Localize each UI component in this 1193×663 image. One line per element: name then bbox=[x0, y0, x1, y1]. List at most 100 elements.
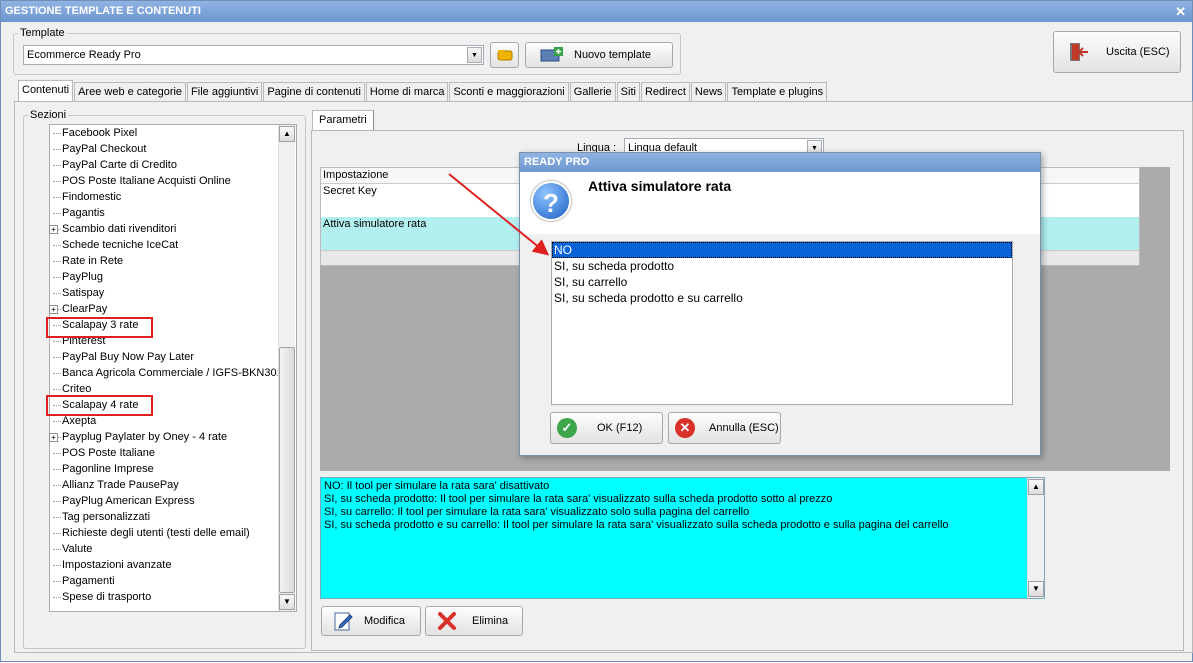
tree-item[interactable]: + Payplug Paylater by Oney - 4 rate bbox=[49, 429, 277, 445]
tree-item-label: ClearPay bbox=[62, 303, 108, 315]
expand-plus-icon[interactable]: + bbox=[49, 305, 58, 314]
list-option-carrello[interactable]: SI, su carrello bbox=[552, 274, 1012, 290]
list-option-entrambi[interactable]: SI, su scheda prodotto e su carrello bbox=[552, 290, 1012, 306]
dialog-heading: Attiva simulatore rata bbox=[588, 178, 732, 194]
tab-parametri[interactable]: Parametri bbox=[312, 110, 374, 130]
grid-row-label: Attiva simulatore rata bbox=[323, 218, 427, 230]
list-option-no[interactable]: NO bbox=[552, 242, 1012, 258]
main-window: GESTIONE TEMPLATE E CONTENUTI ✕ Template… bbox=[0, 0, 1193, 662]
tab-siti[interactable]: Siti bbox=[616, 82, 640, 101]
tab-gallerie[interactable]: Gallerie bbox=[569, 82, 616, 101]
expand-plus-icon[interactable]: + bbox=[49, 433, 58, 442]
tree-item[interactable]: Schede tecniche IceCat bbox=[50, 237, 277, 253]
dialog-title: READY PRO bbox=[524, 156, 590, 168]
delete-button[interactable]: Elimina bbox=[425, 606, 523, 636]
chevron-down-icon[interactable]: ▼ bbox=[467, 47, 482, 63]
edit-label: Modifica bbox=[364, 615, 405, 627]
tab-redirect[interactable]: Redirect bbox=[640, 82, 690, 101]
tree-item[interactable]: Rate in Rete bbox=[50, 253, 277, 269]
tree-item-label: Satispay bbox=[62, 287, 105, 299]
scroll-down-icon[interactable]: ▼ bbox=[279, 594, 295, 610]
tree-item[interactable]: Valute bbox=[50, 541, 277, 557]
tree-item[interactable]: Pagamenti bbox=[50, 573, 277, 589]
tree-item[interactable]: Facebook Pixel bbox=[50, 125, 277, 141]
tree-item-label: PayPal Checkout bbox=[62, 143, 147, 155]
grid-header-label: Impostazione bbox=[323, 169, 389, 181]
tab-home-marca[interactable]: Home di marca bbox=[365, 82, 449, 101]
tree-item[interactable]: Spese di trasporto bbox=[50, 589, 277, 605]
tree-item[interactable]: Findomestic bbox=[50, 189, 277, 205]
tree-item[interactable]: POS Poste Italiane bbox=[50, 445, 277, 461]
tree-item[interactable]: Banca Agricola Commerciale / IGFS-BKN301 bbox=[50, 365, 283, 381]
main-tabs: Contenuti Aree web e categorie File aggi… bbox=[18, 80, 828, 102]
tree-item[interactable]: Impostazioni avanzate bbox=[50, 557, 277, 573]
folder-icon bbox=[497, 50, 512, 61]
sections-scrollbar[interactable]: ▲ ▼ bbox=[278, 125, 295, 611]
tab-contenuti[interactable]: Contenuti bbox=[18, 80, 74, 101]
description-scrollbar[interactable]: ▲ ▼ bbox=[1027, 478, 1044, 598]
tree-item-label: POS Poste Italiane bbox=[62, 447, 155, 459]
tree-item[interactable]: Richieste degli utenti (testi delle emai… bbox=[50, 525, 277, 541]
open-folder-button[interactable] bbox=[490, 42, 519, 68]
tree-item-label: Allianz Trade PausePay bbox=[62, 479, 179, 491]
scroll-down-icon[interactable]: ▼ bbox=[1028, 581, 1044, 597]
tree-item[interactable]: + Scambio dati rivenditori bbox=[49, 221, 277, 237]
dialog-title-bar: READY PRO bbox=[520, 153, 1040, 172]
new-template-label: Nuovo template bbox=[574, 49, 652, 61]
ok-label: OK (F12) bbox=[597, 422, 643, 434]
scroll-up-icon[interactable]: ▲ bbox=[1028, 479, 1044, 495]
tree-item-label: Spese di trasporto bbox=[62, 591, 152, 603]
dialog-header: ? Attiva simulatore rata bbox=[520, 172, 1040, 234]
tree-item[interactable]: PayPlug bbox=[50, 269, 277, 285]
tree-item-label: Criteo bbox=[62, 383, 92, 395]
tree-item[interactable]: PayPal Checkout bbox=[50, 141, 277, 157]
list-option-scheda[interactable]: SI, su scheda prodotto bbox=[552, 258, 1012, 274]
tree-item[interactable]: PayPlug American Express bbox=[50, 493, 277, 509]
new-template-button[interactable]: Nuovo template bbox=[525, 42, 673, 68]
tree-item-label: Valute bbox=[62, 543, 93, 555]
tree-item-label: Tag personalizzati bbox=[62, 511, 151, 523]
edit-button[interactable]: Modifica bbox=[321, 606, 421, 636]
close-icon[interactable]: ✕ bbox=[1175, 1, 1186, 22]
ok-button[interactable]: ✓ OK (F12) bbox=[550, 412, 663, 444]
tree-item-label: PayPlug bbox=[62, 271, 103, 283]
tree-item-label: Scambio dati rivenditori bbox=[62, 223, 177, 235]
tab-pagine-contenuti[interactable]: Pagine di contenuti bbox=[263, 82, 365, 101]
tree-item[interactable]: POS Poste Italiane Acquisti Online bbox=[50, 173, 277, 189]
tree-item-label: PayPal Carte di Credito bbox=[62, 159, 177, 171]
template-select[interactable]: Ecommerce Ready Pro ▼ bbox=[23, 45, 484, 65]
checkmark-icon: ✓ bbox=[557, 418, 577, 438]
cancel-button[interactable]: ✕ Annulla (ESC) bbox=[668, 412, 781, 444]
expand-plus-icon[interactable]: + bbox=[49, 225, 58, 234]
grid-row-label: Secret Key bbox=[323, 185, 377, 197]
description-line: SI, su scheda prodotto e su carrello: Il… bbox=[324, 519, 949, 531]
options-listbox[interactable]: NO SI, su scheda prodotto SI, su carrell… bbox=[551, 241, 1013, 405]
description-line: SI, su carrello: Il tool per simulare la… bbox=[324, 506, 750, 518]
tree-item[interactable]: Satispay bbox=[50, 285, 277, 301]
tree-item-label: Axepta bbox=[62, 415, 97, 427]
tree-item[interactable]: PayPal Buy Now Pay Later bbox=[50, 349, 277, 365]
tree-item[interactable]: Allianz Trade PausePay bbox=[50, 477, 277, 493]
scroll-thumb[interactable] bbox=[279, 347, 295, 593]
tree-item[interactable]: Tag personalizzati bbox=[50, 509, 277, 525]
exit-icon bbox=[1070, 43, 1088, 61]
tab-template-plugins[interactable]: Template e plugins bbox=[727, 82, 828, 101]
tab-file-aggiuntivi[interactable]: File aggiuntivi bbox=[187, 82, 263, 101]
tree-item-label: Rate in Rete bbox=[62, 255, 124, 267]
tree-item[interactable]: + ClearPay bbox=[49, 301, 277, 317]
tab-news[interactable]: News bbox=[690, 82, 727, 101]
tab-sconti[interactable]: Sconti e maggiorazioni bbox=[449, 82, 569, 101]
delete-label: Elimina bbox=[472, 615, 509, 627]
question-icon: ? bbox=[531, 181, 571, 221]
tree-item[interactable]: Pagonline Imprese bbox=[50, 461, 277, 477]
tree-item[interactable]: Pagantis bbox=[50, 205, 277, 221]
tree-item[interactable]: PayPal Carte di Credito bbox=[50, 157, 277, 173]
annotation-box-scalapay-4 bbox=[46, 395, 153, 416]
exit-button[interactable]: Uscita (ESC) bbox=[1053, 31, 1181, 73]
new-template-icon bbox=[540, 47, 563, 62]
tree-item-label: POS Poste Italiane Acquisti Online bbox=[62, 175, 231, 187]
sections-label: Sezioni bbox=[28, 109, 69, 121]
tab-aree-web[interactable]: Aree web e categorie bbox=[74, 82, 187, 101]
scroll-up-icon[interactable]: ▲ bbox=[279, 126, 295, 142]
template-select-value: Ecommerce Ready Pro bbox=[27, 49, 141, 61]
